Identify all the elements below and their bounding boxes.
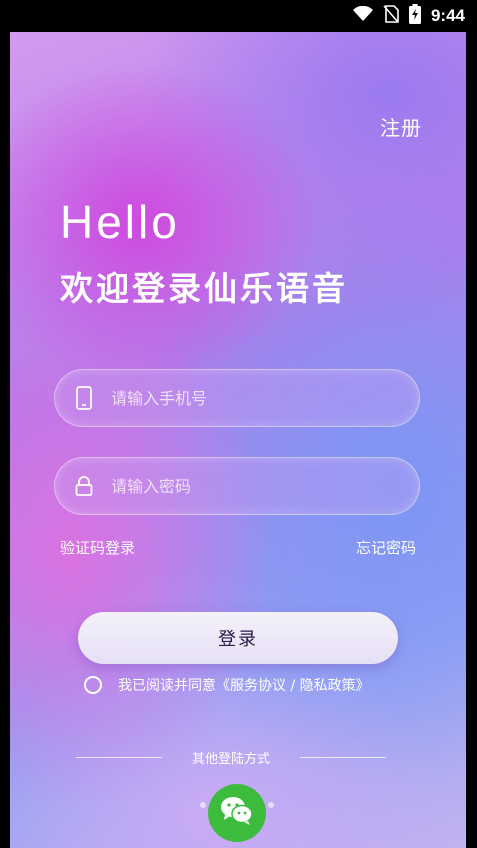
status-time: 9:44 bbox=[430, 6, 465, 25]
wifi-icon bbox=[352, 5, 373, 26]
status-icons: 9:44 bbox=[352, 4, 465, 28]
phone-icon bbox=[71, 386, 97, 410]
agree-checkbox[interactable] bbox=[84, 676, 102, 694]
phone-field[interactable] bbox=[54, 369, 420, 427]
status-bar: 9:44 bbox=[0, 0, 477, 32]
login-button[interactable]: 登录 bbox=[78, 612, 398, 664]
wechat-icon bbox=[219, 795, 255, 831]
welcome-title: 欢迎登录仙乐语音 bbox=[60, 269, 348, 308]
agreement-text: 我已阅读并同意 bbox=[118, 678, 216, 694]
carousel-dot bbox=[200, 802, 206, 808]
lock-icon bbox=[71, 476, 97, 496]
agreement-row: 我已阅读并同意 《服务协议 / 隐私政策》 bbox=[84, 675, 370, 695]
wechat-login-button[interactable] bbox=[208, 784, 266, 842]
forgot-password-link[interactable]: 忘记密码 bbox=[356, 537, 416, 558]
password-input[interactable] bbox=[109, 475, 419, 497]
policy-link[interactable]: 《服务协议 / 隐私政策》 bbox=[216, 675, 370, 695]
divider-right bbox=[299, 757, 386, 758]
phone-input[interactable] bbox=[109, 387, 419, 409]
register-link[interactable]: 注册 bbox=[380, 112, 422, 141]
hello-heading: Hello bbox=[60, 196, 180, 248]
battery-charging-icon bbox=[408, 4, 421, 28]
other-login-label: 其他登陆方式 bbox=[191, 752, 270, 767]
sms-login-link[interactable]: 验证码登录 bbox=[60, 537, 135, 558]
no-sim-icon bbox=[383, 5, 399, 27]
password-field[interactable] bbox=[54, 457, 420, 515]
other-login-row: 其他登陆方式 bbox=[76, 748, 386, 767]
carousel-dot bbox=[268, 802, 274, 808]
login-screen: 注册 Hello 欢迎登录仙乐语音 验证码登录 忘记密码 登录 我已阅读并同意 … bbox=[10, 32, 466, 848]
divider-left bbox=[76, 757, 162, 758]
